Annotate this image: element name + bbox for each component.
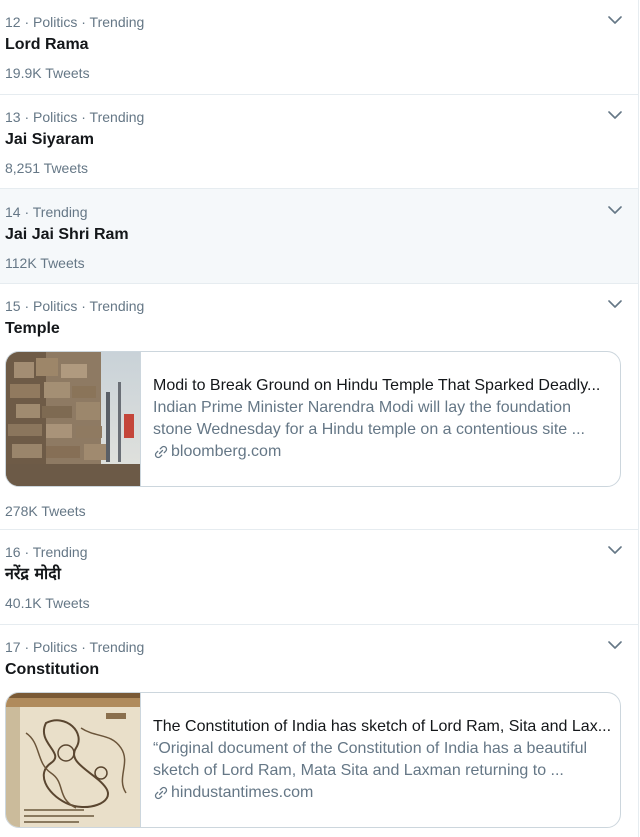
trend-name: Lord Rama (5, 36, 89, 53)
trend-meta: 14 · Trending (5, 204, 88, 220)
chevron-down-icon[interactable] (608, 545, 622, 555)
card-domain: hindustantimes.com (153, 782, 610, 804)
trend-item[interactable]: 12 · Politics · Trending Lord Rama 19.9K… (0, 0, 638, 95)
trend-name: नरेंद्र मोदी (5, 564, 61, 583)
card-domain: bloomberg.com (153, 441, 610, 463)
card-description-line: sketch of Lord Ram, Mata Sita and Laxman… (153, 762, 564, 779)
card-thumbnail-image (6, 693, 141, 827)
card-title: Modi to Break Ground on Hindu Temple Tha… (153, 377, 601, 394)
chevron-down-icon[interactable] (608, 15, 622, 25)
link-icon (153, 785, 169, 801)
trend-name: Jai Jai Shri Ram (5, 226, 129, 243)
trend-meta: 12 · Politics · Trending (5, 14, 145, 30)
chevron-down-icon[interactable] (608, 205, 622, 215)
card-description-line: Indian Prime Minister Narendra Modi will… (153, 399, 571, 416)
trend-tweet-count: 112K Tweets (5, 255, 85, 271)
trend-tweet-count: 8,251 Tweets (5, 160, 89, 176)
trend-meta: 16 · Trending (5, 544, 88, 560)
trends-list: 12 · Politics · Trending Lord Rama 19.9K… (0, 0, 639, 837)
trend-tweet-count: 19.9K Tweets (5, 65, 90, 81)
link-icon (153, 444, 169, 460)
trend-item[interactable]: 15 · Politics · Trending Temple Modi to … (0, 284, 638, 530)
chevron-down-icon[interactable] (608, 640, 622, 650)
card-content: Modi to Break Ground on Hindu Temple Tha… (141, 352, 620, 486)
trend-item[interactable]: 13 · Politics · Trending Jai Siyaram 8,2… (0, 95, 638, 189)
card-title: The Constitution of India has sketch of … (153, 718, 610, 735)
card-description-line: stone Wednesday for a Hindu temple on a … (153, 421, 585, 438)
card-domain-text: bloomberg.com (171, 443, 282, 460)
trend-name: Temple (5, 320, 60, 337)
chevron-down-icon[interactable] (608, 110, 622, 120)
trend-item[interactable]: 16 · Trending नरेंद्र मोदी 40.1K Tweets (0, 530, 638, 625)
card-thumbnail-image (6, 352, 141, 486)
trend-name: Jai Siyaram (5, 131, 94, 148)
trend-meta: 13 · Politics · Trending (5, 109, 145, 125)
card-domain-text: hindustantimes.com (171, 784, 314, 801)
link-card[interactable]: The Constitution of India has sketch of … (5, 692, 621, 828)
trend-meta: 15 · Politics · Trending (5, 298, 145, 314)
card-description-line: “Original document of the Constitution o… (153, 740, 588, 757)
trend-tweet-count: 278K Tweets (5, 503, 86, 519)
trend-item[interactable]: 14 · Trending Jai Jai Shri Ram 112K Twee… (0, 189, 638, 284)
trend-name: Constitution (5, 661, 100, 678)
chevron-down-icon[interactable] (608, 299, 622, 309)
trend-tweet-count: 40.1K Tweets (5, 595, 90, 611)
trend-item[interactable]: 17 · Politics · Trending Constitution Th… (0, 625, 638, 837)
link-card[interactable]: Modi to Break Ground on Hindu Temple Tha… (5, 351, 621, 487)
trend-meta: 17 · Politics · Trending (5, 639, 145, 655)
card-content: The Constitution of India has sketch of … (141, 693, 620, 827)
